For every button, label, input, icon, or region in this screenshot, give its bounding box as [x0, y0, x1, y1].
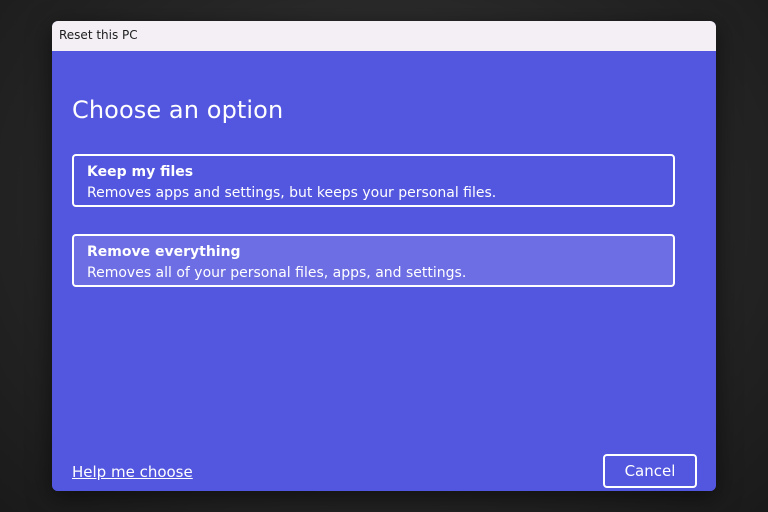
- dialog-content: Choose an option Keep my files Removes a…: [52, 51, 716, 491]
- keep-my-files-option[interactable]: Keep my files Removes apps and settings,…: [72, 154, 675, 207]
- option-title: Keep my files: [87, 164, 194, 180]
- cancel-button[interactable]: Cancel: [603, 454, 697, 488]
- title-bar: Reset this PC: [52, 21, 716, 51]
- reset-pc-dialog: Reset this PC Choose an option Keep my f…: [52, 21, 716, 491]
- option-description: Removes all of your personal files, apps…: [87, 265, 467, 281]
- remove-everything-option[interactable]: Remove everything Removes all of your pe…: [72, 234, 675, 287]
- option-description: Removes apps and settings, but keeps you…: [87, 185, 497, 201]
- window-title: Reset this PC: [59, 28, 138, 42]
- page-heading: Choose an option: [72, 96, 284, 124]
- help-me-choose-link[interactable]: Help me choose: [72, 463, 193, 481]
- option-title: Remove everything: [87, 244, 241, 260]
